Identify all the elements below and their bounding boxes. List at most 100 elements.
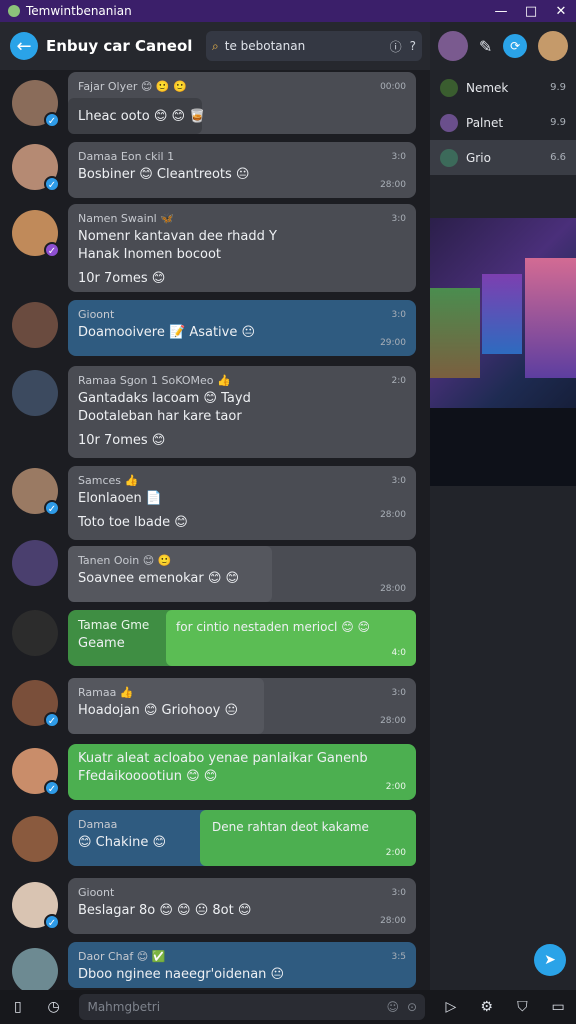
sender-name: Samces 👍 [78,474,139,487]
message-bubble[interactable]: Ramaa 👍 3:0 Hoadojan 😊 Griohooy 😐 28:00 [68,678,416,734]
chat-avatar-icon [440,78,458,97]
box-icon[interactable]: ▭ [540,999,576,1015]
avatar: ✓ [12,144,60,192]
avatar [12,302,58,348]
message-time: 3:0 [391,888,406,898]
attach-icon[interactable]: ⊙ [407,1000,417,1014]
message-bubble[interactable]: Gioont 3:0 Doamooivere 📝 Asative 😐 29:00 [68,300,416,356]
message-bubble[interactable]: Namen Swainl 🦋 3:0 Nomenr kantavan dee r… [68,204,416,292]
message-stamp: 4:0 [391,648,406,658]
desk-image [430,408,576,486]
sender-name: Damaa Eon ckil 1 [78,150,175,163]
edit-icon[interactable]: ✎ [479,37,492,56]
reply-text: Dene rahtan deot kakame [212,820,369,834]
message-bubble[interactable]: Daor Chaf 😊 ✅ 3:5 Dboo nginee naeegr'oid… [68,942,416,988]
book-icon[interactable]: ▯ [0,999,36,1015]
monitor-image [430,288,480,378]
sender-name: Damaa [78,818,118,831]
message-stamp: 28:00 [380,916,406,926]
message-text: Dootaleban har kare taor [78,409,242,424]
share-icon[interactable]: ⟳ [503,34,528,58]
clock-icon[interactable]: ◷ [36,999,72,1015]
message-stamp: 28:00 [380,716,406,726]
sender-name: Tanen Ooin 😊 🙂 [78,554,172,567]
message-text: 10r 7omes 😊 [78,271,166,286]
reply-text: for cintio nestaden meriocl 😊 😊 [176,620,371,634]
message-time: 3:0 [391,214,406,224]
avatar[interactable] [537,31,568,61]
media-preview[interactable] [430,218,576,486]
sender-name: Tamae Gme [78,618,150,632]
bag-icon[interactable]: ⛉ [505,999,541,1015]
message-bubble[interactable]: Gioont 3:0 Beslagar 8o 😊 😊 😐 8ot 😊 28:00 [68,878,416,934]
info-icon[interactable]: ⓘ [390,38,402,55]
settings-icon[interactable]: ⚙ [469,999,505,1015]
message-bubble[interactable]: Damaa 😊 Chakine 😊 Dene rahtan deot kakam… [68,810,416,866]
message-bubble[interactable]: Tamae Gme Geame for cintio nestaden meri… [68,610,416,666]
search-input[interactable]: te bebotanan [225,39,382,53]
message-text: Ffedaikooootiun 😊 😊 [78,769,218,784]
sidebar-item-grio[interactable]: Grio 6.6 [430,140,576,175]
avatar [12,816,58,862]
compose-input[interactable]: Mahmgbetri [87,1000,386,1014]
close-icon[interactable]: ✕ [546,4,576,19]
message-time: 3:0 [391,476,406,486]
message-text: Hoadojan 😊 Griohooy 😐 [78,703,239,718]
sidebar-toolbar: ✎ ⟳ [430,22,576,70]
message-bubble[interactable]: Kuatr aleat acloabo yenae panlaikar Gane… [68,744,416,800]
monitor-image [525,258,576,378]
verified-icon: ✓ [44,112,60,128]
play-icon[interactable]: ▷ [433,999,469,1015]
message-time: 3:0 [391,310,406,320]
sidebar-item-palnet[interactable]: Palnet 9.9 [430,105,576,140]
emoji-icon[interactable]: ☺ [386,1000,399,1014]
sidebar-item-label: Nemek [466,80,509,95]
message-bubble[interactable]: Ramaa Sgon 1 SoKOMeo 👍 2:0 Gantadaks lac… [68,366,416,458]
window-titlebar: Temwintbenanian — □ ✕ [0,0,576,22]
sidebar-item-nemek[interactable]: Nemek 9.9 [430,70,576,105]
sender-name: Daor Chaf 😊 ✅ [78,950,166,963]
app-icon [8,5,20,17]
search-icon: ⌕ [212,38,219,53]
avatar[interactable] [438,31,468,61]
message-stamp: 2:00 [385,782,406,792]
message-text: Bosbiner 😊 Cleantreots 😐 [78,167,250,182]
sender-name: Gioont [78,308,115,321]
message-list: ✓ Fajar Olyer 😊 🙂 🙂 00:00 Lheac ooto 😊 😊… [0,70,430,994]
avatar [12,948,58,994]
message-text: Soavnee emenokar 😊 😊 [78,571,240,586]
sidebar-item-count: 6.6 [550,152,566,163]
message-bubble[interactable]: Damaa Eon ckil 1 3:0 Bosbiner 😊 Cleantre… [68,142,416,198]
maximize-icon[interactable]: □ [516,4,546,19]
chat-avatar-icon [440,113,458,132]
minimize-icon[interactable]: — [486,4,516,19]
help-icon[interactable]: ? [410,39,416,53]
message-text: Beslagar 8o 😊 😊 😐 8ot 😊 [78,903,252,918]
message-text: Kuatr aleat acloabo yenae panlaikar Gane… [78,751,368,766]
verified-icon: ✓ [44,780,60,796]
avatar: ✓ [12,210,60,258]
message-text: Toto toe lbade 😊 [78,515,188,530]
message-stamp: 28:00 [380,584,406,594]
message-time: 00:00 [380,82,406,92]
chat-header: ← Enbuy car Caneol ⌕ te bebotanan ⓘ ? [0,22,430,70]
sender-name: Fajar Olyer 😊 🙂 🙂 [78,80,187,93]
right-sidebar: ✎ ⟳ Nemek 9.9 Palnet 9.9 Grio 6.6 [430,22,576,990]
avatar: ✓ [12,80,60,128]
sidebar-item-label: Palnet [466,115,504,130]
back-button[interactable]: ← [10,32,38,60]
sender-name: Namen Swainl 🦋 [78,212,174,225]
sender-name: Ramaa Sgon 1 SoKOMeo 👍 [78,374,231,387]
sidebar-item-label: Grio [466,150,491,165]
search-bar[interactable]: ⌕ te bebotanan ⓘ ? [206,31,422,61]
message-text: Hanak Inomen bocoot [78,247,222,262]
message-bubble[interactable]: Tanen Ooin 😊 🙂 Soavnee emenokar 😊 😊 28:0… [68,546,416,602]
sidebar-item-count: 9.9 [550,82,566,93]
compose-field[interactable]: Mahmgbetri ☺ ⊙ [79,994,426,1020]
message-bubble[interactable]: Fajar Olyer 😊 🙂 🙂 00:00 Lheac ooto 😊 😊 🥃 [68,72,416,134]
message-bubble[interactable]: Samces 👍 3:0 Elonlaoen 📄 Toto toe lbade … [68,466,416,540]
avatar: ✓ [12,882,60,930]
send-button[interactable]: ➤ [534,944,566,976]
monitor-image [482,274,522,354]
badge-icon: ✓ [44,242,60,258]
